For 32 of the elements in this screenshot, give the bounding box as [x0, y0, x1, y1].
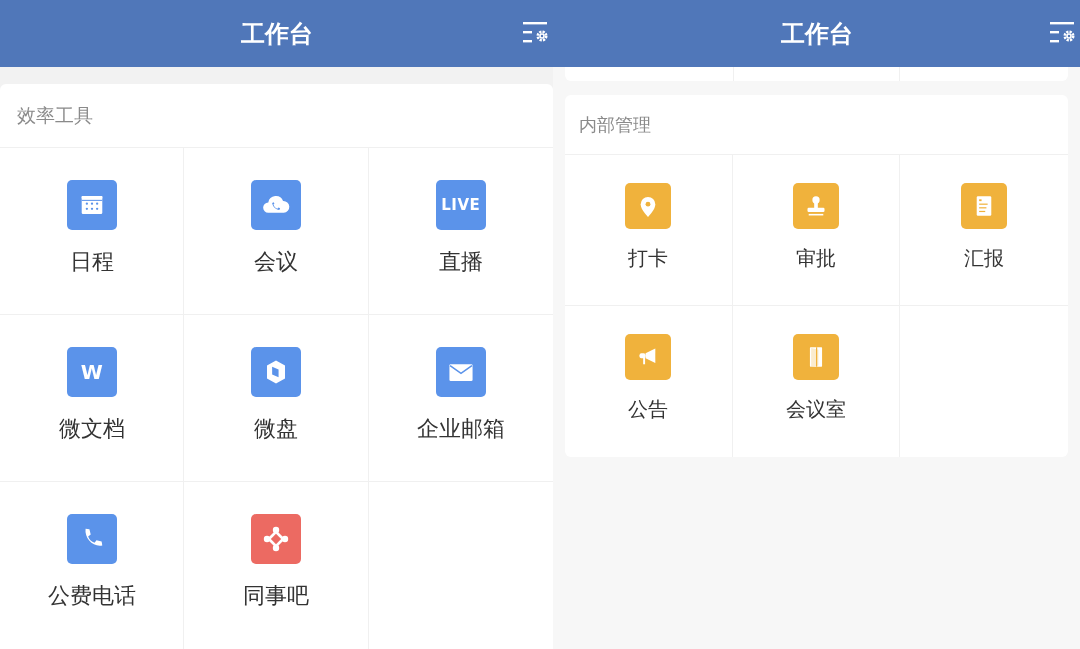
live-icon: LIVE [435, 180, 486, 230]
app-label: 审批 [796, 248, 836, 268]
header-title: 工作台 [780, 18, 853, 50]
section-title: 内部管理 [579, 113, 651, 137]
app-tile[interactable]: 会议室 [786, 334, 846, 419]
app-tile[interactable]: 企业邮箱 [416, 347, 505, 440]
app-tile[interactable]: 日程 [66, 180, 117, 273]
header-title: 工作台 [240, 18, 313, 50]
document-icon: W [66, 347, 117, 397]
app-label: 汇报 [964, 248, 1005, 268]
app-tile[interactable]: 公告 [625, 334, 672, 419]
app-label: 直播 [438, 251, 483, 273]
app-label: 同事吧 [243, 585, 309, 607]
app-tile[interactable]: W 微文档 [58, 347, 125, 440]
app-tile[interactable]: 汇报 [961, 183, 1008, 268]
app-label: 会议 [254, 251, 298, 273]
app-tile[interactable]: 打卡 [625, 183, 672, 268]
app-tile[interactable]: 审批 [793, 183, 839, 268]
app-tile[interactable]: 公费电话 [47, 514, 136, 607]
app-label: 打卡 [628, 248, 669, 268]
app-label: 企业邮箱 [416, 418, 505, 440]
app-tile[interactable]: 微盘 [251, 347, 301, 440]
app-label: 会议室 [786, 399, 846, 419]
app-label: 日程 [69, 251, 114, 273]
app-tile[interactable]: 会议 [251, 180, 301, 273]
app-label: 微文档 [58, 418, 125, 440]
section-title: 效率工具 [17, 103, 93, 129]
app-label: 公费电话 [47, 585, 136, 607]
app-label: 公告 [628, 399, 669, 419]
app-tile[interactable]: LIVE 直播 [435, 180, 486, 273]
app-label: 微盘 [254, 418, 298, 440]
app-tile[interactable]: 同事吧 [243, 514, 309, 607]
